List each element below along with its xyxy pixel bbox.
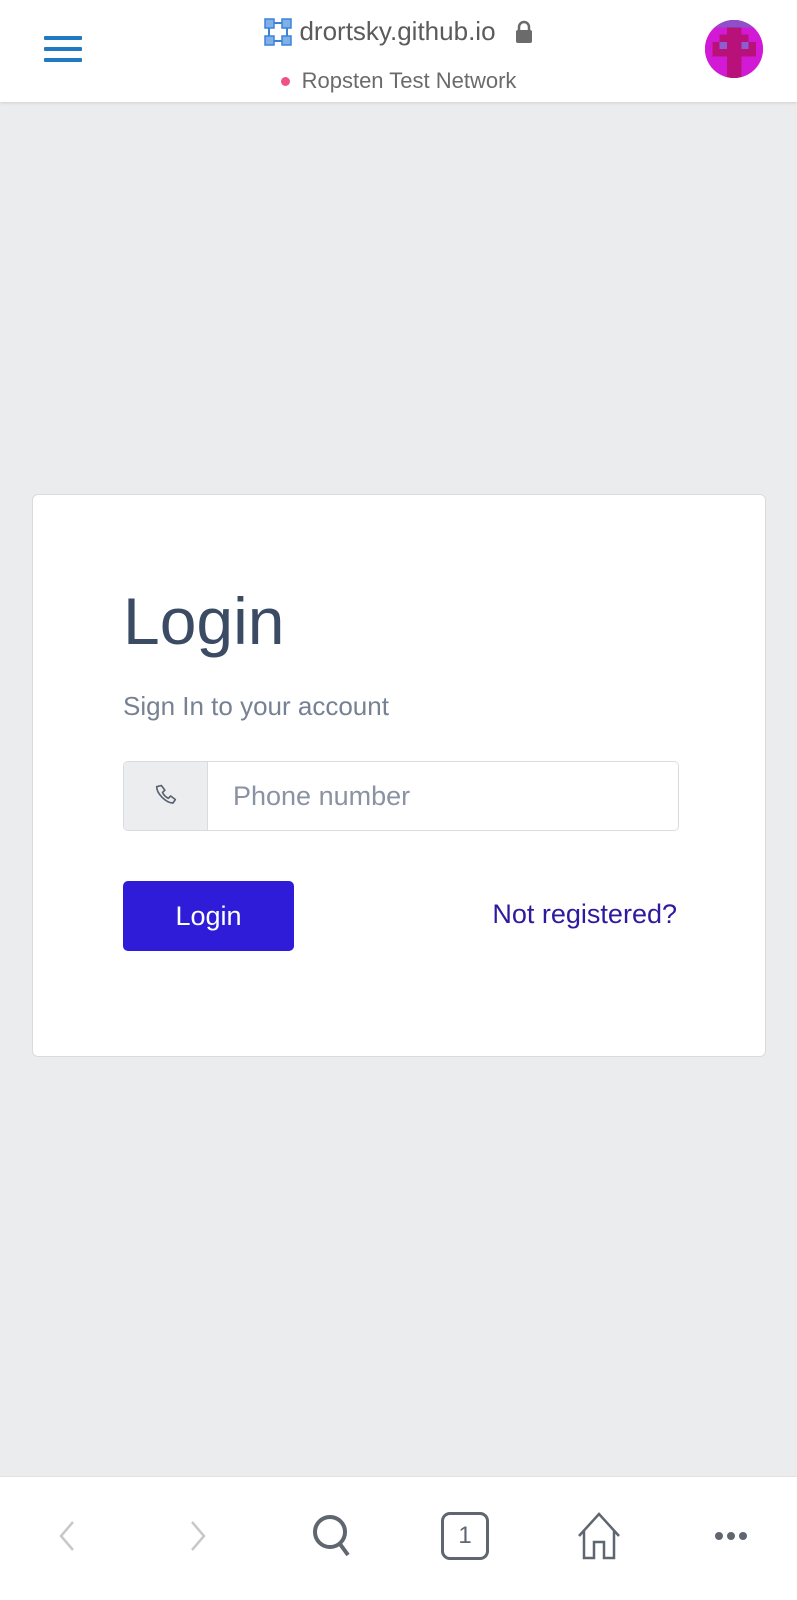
page-title: Login bbox=[123, 584, 285, 658]
address-bar[interactable]: drortsky.github.io bbox=[0, 16, 797, 47]
login-button[interactable]: Login bbox=[123, 881, 294, 951]
home-icon[interactable] bbox=[574, 1511, 624, 1561]
phone-number-input[interactable] bbox=[208, 762, 678, 830]
lock-icon bbox=[515, 20, 532, 43]
search-icon[interactable] bbox=[308, 1511, 358, 1561]
site-favicon-icon bbox=[264, 17, 293, 46]
domain-text: drortsky.github.io bbox=[299, 16, 496, 46]
phone-input-group bbox=[123, 761, 679, 831]
browser-header: drortsky.github.io Ropsten Test Network bbox=[0, 0, 797, 102]
network-indicator: Ropsten Test Network bbox=[0, 68, 797, 94]
more-options-icon[interactable] bbox=[706, 1511, 756, 1561]
tabs-button[interactable]: 1 bbox=[440, 1511, 490, 1561]
not-registered-link[interactable]: Not registered? bbox=[492, 899, 677, 930]
network-name: Ropsten Test Network bbox=[301, 68, 517, 93]
tab-count: 1 bbox=[441, 1512, 489, 1560]
network-status-dot bbox=[280, 76, 290, 86]
page-subtitle: Sign In to your account bbox=[123, 691, 389, 721]
back-icon[interactable] bbox=[42, 1511, 92, 1561]
browser-toolbar: 1 bbox=[0, 1476, 797, 1600]
forward-icon[interactable] bbox=[173, 1511, 223, 1561]
login-card: Login Sign In to your account Login Not … bbox=[32, 494, 766, 1057]
account-avatar[interactable] bbox=[705, 20, 763, 78]
phone-icon bbox=[124, 762, 208, 830]
